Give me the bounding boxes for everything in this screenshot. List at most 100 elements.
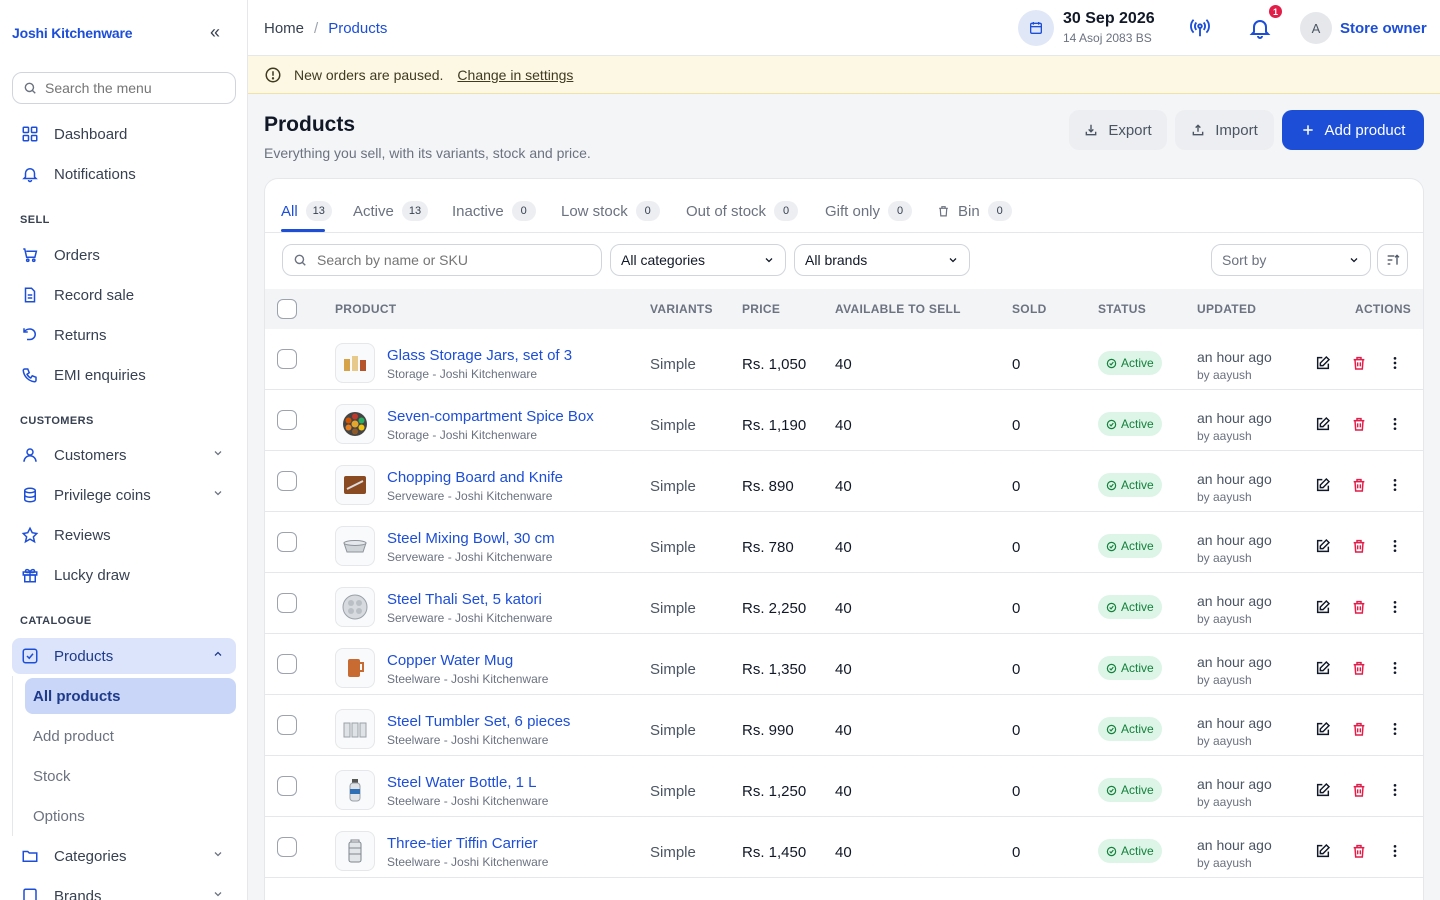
export-button[interactable]: Export [1069,110,1167,150]
tab-active[interactable]: Active 13 [353,201,429,221]
more-options-icon[interactable] [1387,782,1403,803]
col-product[interactable]: PRODUCT [335,302,396,316]
notifications-bell-icon[interactable] [1248,16,1272,45]
product-search[interactable] [282,244,602,276]
nav-dashboard[interactable]: Dashboard [12,116,236,152]
nav-notifications[interactable]: Notifications [12,156,236,192]
sort-select[interactable]: Sort by [1211,244,1371,276]
more-options-icon[interactable] [1387,355,1403,376]
more-options-icon[interactable] [1387,477,1403,498]
menu-search-input[interactable] [45,80,215,96]
delete-icon[interactable] [1351,599,1367,620]
edit-icon[interactable] [1315,721,1331,742]
row-checkbox[interactable] [277,593,297,613]
product-name[interactable]: Chopping Board and Knife [387,469,563,486]
nav-label: Returns [54,326,107,344]
product-name[interactable]: Glass Storage Jars, set of 3 [387,347,572,364]
more-options-icon[interactable] [1387,721,1403,742]
nav-brands[interactable]: Brands [12,878,236,900]
breadcrumb-home[interactable]: Home [264,20,304,37]
nav-customers[interactable]: Customers [12,437,236,473]
delete-icon[interactable] [1351,355,1367,376]
tab-all[interactable]: All 13 [281,201,332,221]
delete-icon[interactable] [1351,538,1367,559]
subnav-options[interactable]: Options [25,798,236,834]
tab-low-stock[interactable]: Low stock 0 [561,201,660,221]
tab-gift-only[interactable]: Gift only 0 [825,201,913,221]
tab-bin[interactable]: Bin 0 [937,201,1012,221]
product-search-input[interactable] [317,252,587,268]
edit-icon[interactable] [1315,599,1331,620]
row-checkbox[interactable] [277,471,297,491]
import-button[interactable]: Import [1175,110,1274,150]
subnav-all-products[interactable]: All products [25,678,236,714]
delete-icon[interactable] [1351,782,1367,803]
edit-icon[interactable] [1315,538,1331,559]
nav-orders[interactable]: Orders [12,237,236,273]
edit-icon[interactable] [1315,782,1331,803]
row-checkbox[interactable] [277,654,297,674]
subnav-stock[interactable]: Stock [25,758,236,794]
col-sold[interactable]: SOLD [1012,302,1047,316]
delete-icon[interactable] [1351,477,1367,498]
more-options-icon[interactable] [1387,416,1403,437]
row-checkbox[interactable] [277,715,297,735]
more-options-icon[interactable] [1387,538,1403,559]
product-name[interactable]: Steel Water Bottle, 1 L [387,774,537,791]
more-options-icon[interactable] [1387,599,1403,620]
delete-icon[interactable] [1351,843,1367,864]
banner-settings-link[interactable]: Change in settings [457,67,573,83]
delete-icon[interactable] [1351,660,1367,681]
nav-categories[interactable]: Categories [12,838,236,874]
row-checkbox[interactable] [277,837,297,857]
nav-record-sale[interactable]: Record sale [12,277,236,313]
edit-icon[interactable] [1315,355,1331,376]
product-name[interactable]: Copper Water Mug [387,652,513,669]
brand-select[interactable]: All brands [794,244,970,276]
nav-emi-enquiries[interactable]: EMI enquiries [12,357,236,393]
collapse-sidebar-icon[interactable]: « [210,22,220,43]
add-product-button[interactable]: Add product [1282,110,1424,150]
avatar[interactable]: A [1300,12,1332,44]
delete-icon[interactable] [1351,416,1367,437]
nav-lucky-draw[interactable]: Lucky draw [12,557,236,593]
row-checkbox[interactable] [277,532,297,552]
edit-icon[interactable] [1315,843,1331,864]
product-name[interactable]: Steel Tumbler Set, 6 pieces [387,713,570,730]
product-name[interactable]: Steel Mixing Bowl, 30 cm [387,530,555,547]
breadcrumb-current[interactable]: Products [328,20,387,37]
nav-privilege-coins[interactable]: Privilege coins [12,477,236,513]
col-status[interactable]: STATUS [1098,302,1146,316]
nav-products[interactable]: Products [12,638,236,674]
col-variants[interactable]: VARIANTS [650,302,713,316]
col-available[interactable]: AVAILABLE TO SELL [835,302,961,316]
row-checkbox[interactable] [277,410,297,430]
select-all-checkbox[interactable] [277,299,297,319]
more-options-icon[interactable] [1387,660,1403,681]
tab-out-of-stock[interactable]: Out of stock 0 [686,201,799,221]
tab-inactive[interactable]: Inactive 0 [452,201,536,221]
category-select[interactable]: All categories [610,244,786,276]
menu-search[interactable] [12,72,236,104]
product-name[interactable]: Three-tier Tiffin Carrier [387,835,538,852]
delete-icon[interactable] [1351,721,1367,742]
row-checkbox[interactable] [277,349,297,369]
sort-direction-button[interactable] [1377,244,1408,276]
nav-returns[interactable]: Returns [12,317,236,353]
product-name[interactable]: Steel Thali Set, 5 katori [387,591,542,608]
col-updated[interactable]: UPDATED [1197,302,1256,316]
user-name[interactable]: Store owner [1340,20,1427,37]
tab-label: Out of stock [686,202,767,220]
nav-reviews[interactable]: Reviews [12,517,236,553]
more-options-icon[interactable] [1387,843,1403,864]
calendar-icon[interactable] [1018,10,1054,46]
breadcrumb-separator: / [314,20,319,37]
col-price[interactable]: PRICE [742,302,780,316]
broadcast-icon[interactable] [1188,17,1212,44]
product-name[interactable]: Seven-compartment Spice Box [387,408,594,425]
edit-icon[interactable] [1315,477,1331,498]
edit-icon[interactable] [1315,660,1331,681]
edit-icon[interactable] [1315,416,1331,437]
row-checkbox[interactable] [277,776,297,796]
subnav-add-product[interactable]: Add product [25,718,236,754]
